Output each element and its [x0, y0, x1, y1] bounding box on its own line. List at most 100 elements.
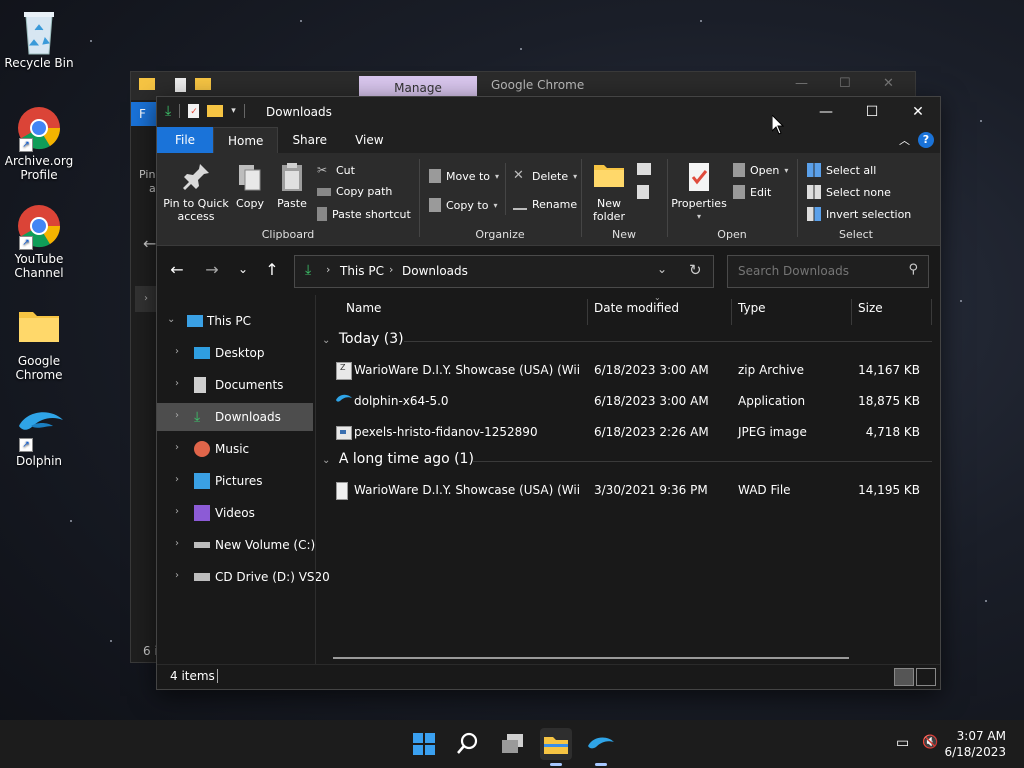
- edit-button[interactable]: Edit: [733, 185, 771, 199]
- search-input[interactable]: [736, 263, 900, 279]
- large-icons-view-icon[interactable]: [916, 668, 936, 686]
- nav-item-desktop[interactable]: › Desktop: [157, 339, 313, 367]
- horizontal-scrollbar[interactable]: [333, 657, 849, 659]
- chevron-down-icon[interactable]: ⌄: [167, 314, 175, 325]
- easy-access-icon[interactable]: [637, 185, 649, 199]
- details-view-icon[interactable]: [894, 668, 914, 686]
- properties-button[interactable]: Properties ▾: [671, 161, 727, 223]
- collapse-ribbon-icon[interactable]: ︿: [899, 132, 910, 148]
- invert-selection-button[interactable]: Invert selection: [807, 207, 911, 221]
- nav-label: CD Drive (D:) VS20: [215, 570, 330, 584]
- clock[interactable]: 3:07 AM 6/18/2023: [944, 728, 1006, 760]
- close-button[interactable]: ✕: [895, 97, 941, 127]
- chevron-right-icon[interactable]: ›: [175, 346, 179, 357]
- tab-share[interactable]: Share: [278, 127, 341, 153]
- start-button[interactable]: [408, 728, 440, 760]
- task-view-button[interactable]: [497, 728, 529, 760]
- nav-item-this-pc[interactable]: ⌄ This PC: [157, 307, 313, 335]
- chevron-right-icon[interactable]: ›: [175, 410, 179, 421]
- table-row[interactable]: pexels-hristo-fidanov-1252890 6/18/2023 …: [332, 418, 926, 446]
- nav-item-videos[interactable]: › Videos: [157, 499, 313, 527]
- nav-item-music[interactable]: › Music: [157, 435, 313, 463]
- chevron-right-icon[interactable]: ›: [175, 506, 179, 517]
- tab-file[interactable]: File: [157, 127, 213, 153]
- paste-shortcut-button[interactable]: Paste shortcut: [317, 207, 411, 221]
- column-header-size[interactable]: Size: [858, 301, 883, 315]
- explorer-window[interactable]: ⤓ ✓ ▾ Downloads — ☐ ✕ File Home Share Vi…: [156, 96, 941, 690]
- dolphin-taskbar-button[interactable]: [585, 728, 617, 766]
- chevron-right-icon[interactable]: ›: [135, 286, 157, 312]
- new-item-icon[interactable]: [637, 163, 651, 175]
- file-date: 6/18/2023 2:26 AM: [594, 425, 709, 439]
- address-box[interactable]: ⤓ › This PC › Downloads ⌄ ↻: [294, 255, 714, 288]
- minimize-button[interactable]: —: [803, 97, 849, 127]
- desktop-icon-archive-profile[interactable]: ↗ Archive.org Profile: [1, 106, 77, 182]
- new-folder-icon[interactable]: [207, 105, 224, 117]
- volume-muted-icon[interactable]: 🔇: [922, 735, 938, 750]
- new-folder-button[interactable]: New folder: [587, 161, 631, 223]
- chevron-right-icon[interactable]: ›: [175, 378, 179, 389]
- address-dropdown-icon[interactable]: ⌄: [657, 262, 667, 276]
- cut-button[interactable]: ✂ Cut: [317, 163, 355, 177]
- search-button[interactable]: [452, 728, 484, 760]
- maximize-button[interactable]: ☐: [839, 76, 851, 91]
- chevron-right-icon[interactable]: ›: [175, 538, 179, 549]
- delete-button[interactable]: ✕ Delete ▾: [513, 169, 577, 183]
- chevron-right-icon[interactable]: ›: [175, 442, 179, 453]
- forward-arrow-icon[interactable]: →: [202, 260, 222, 279]
- column-header-date-modified[interactable]: Date modified: [594, 301, 679, 315]
- nav-item-cd-drive-d[interactable]: › CD Drive (D:) VS20: [157, 563, 330, 591]
- open-button[interactable]: Open ▾: [733, 163, 788, 177]
- copy-button[interactable]: Copy: [233, 161, 267, 210]
- table-row[interactable]: WarioWare D.I.Y. Showcase (USA) (WiiWare…: [332, 476, 926, 504]
- desktop-icon-dolphin[interactable]: ↗ Dolphin: [1, 406, 77, 468]
- drive-icon: [194, 542, 210, 548]
- new-folder-icon: [593, 161, 625, 193]
- maximize-button[interactable]: ☐: [849, 97, 895, 127]
- chevron-right-icon[interactable]: ›: [175, 570, 179, 581]
- select-all-button[interactable]: Select all: [807, 163, 876, 177]
- paste-button[interactable]: Paste: [275, 161, 309, 210]
- back-arrow-icon[interactable]: ←: [167, 260, 187, 279]
- desktop-icon-youtube-channel[interactable]: ↗ YouTube Channel: [1, 204, 77, 280]
- refresh-icon[interactable]: ↻: [689, 261, 702, 279]
- nav-item-documents[interactable]: › Documents: [157, 371, 313, 399]
- properties-icon[interactable]: ✓: [188, 104, 200, 118]
- close-button[interactable]: ✕: [883, 76, 894, 91]
- tab-view[interactable]: View: [341, 127, 397, 153]
- pin-quick-access-button[interactable]: Pin to Quick access: [163, 161, 229, 223]
- nav-item-new-volume-c[interactable]: › New Volume (C:): [157, 531, 315, 559]
- nav-label: Desktop: [215, 346, 265, 360]
- breadcrumb-downloads[interactable]: Downloads: [402, 264, 468, 278]
- search-box[interactable]: ⚲: [727, 255, 929, 288]
- qat-dropdown-icon[interactable]: ▾: [231, 106, 236, 116]
- column-header-name[interactable]: Name: [346, 301, 381, 315]
- rename-button[interactable]: Rename: [513, 198, 577, 211]
- breadcrumb-this-pc[interactable]: This PC: [340, 264, 384, 278]
- recent-locations-chevron-icon[interactable]: ⌄: [233, 262, 253, 276]
- copy-path-button[interactable]: Copy path: [317, 185, 392, 198]
- file-explorer-taskbar-button[interactable]: [540, 728, 572, 766]
- download-arrow-icon[interactable]: ⤓: [165, 104, 171, 118]
- move-to-button[interactable]: Move to ▾: [429, 169, 499, 183]
- nav-item-pictures[interactable]: › Pictures: [157, 467, 313, 495]
- select-none-button[interactable]: Select none: [807, 185, 891, 199]
- network-icon[interactable]: ▭: [896, 735, 909, 751]
- column-header-type[interactable]: Type: [738, 301, 766, 315]
- up-arrow-icon[interactable]: ↑: [262, 260, 282, 279]
- desktop-icon-google-chrome-folder[interactable]: Google Chrome: [1, 306, 77, 382]
- help-icon[interactable]: ?: [918, 132, 934, 148]
- group-header-long-time-ago[interactable]: ⌄ A long time ago (1): [322, 451, 932, 467]
- tab-home[interactable]: Home: [213, 127, 279, 153]
- image-file-icon: [336, 426, 352, 440]
- chrome-icon: ↗: [17, 204, 61, 250]
- minimize-button[interactable]: —: [795, 76, 808, 91]
- table-row[interactable]: dolphin-x64-5.0 6/18/2023 3:00 AM Applic…: [332, 387, 926, 415]
- nav-item-downloads[interactable]: › ⤓ Downloads: [157, 403, 313, 431]
- back-arrow-icon[interactable]: ←: [143, 234, 156, 253]
- desktop-icon-recycle-bin[interactable]: Recycle Bin: [1, 8, 77, 70]
- table-row[interactable]: Z WarioWare D.I.Y. Showcase (USA) (WiiWa…: [332, 356, 926, 384]
- copy-to-button[interactable]: Copy to ▾: [429, 198, 497, 212]
- chevron-right-icon[interactable]: ›: [175, 474, 179, 485]
- group-header-today[interactable]: ⌄ Today (3): [322, 331, 932, 347]
